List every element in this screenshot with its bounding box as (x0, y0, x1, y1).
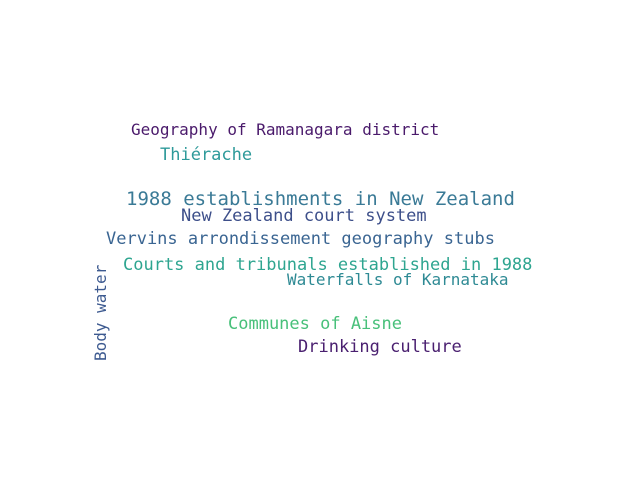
word-cloud: Geography of Ramanagara district Thiérac… (0, 0, 640, 480)
word-new-zealand-court-system: New Zealand court system (181, 206, 427, 226)
word-thierache: Thiérache (160, 145, 253, 165)
word-waterfalls-of-karnataka: Waterfalls of Karnataka (287, 270, 509, 289)
word-vervins-arrondissement-geography-stubs: Vervins arrondissement geography stubs (106, 229, 495, 249)
word-drinking-culture: Drinking culture (298, 337, 462, 357)
word-geography-of-ramanagara-district: Geography of Ramanagara district (131, 120, 440, 139)
word-communes-of-aisne: Communes of Aisne (228, 314, 402, 334)
word-body-water: Body water (91, 264, 110, 361)
